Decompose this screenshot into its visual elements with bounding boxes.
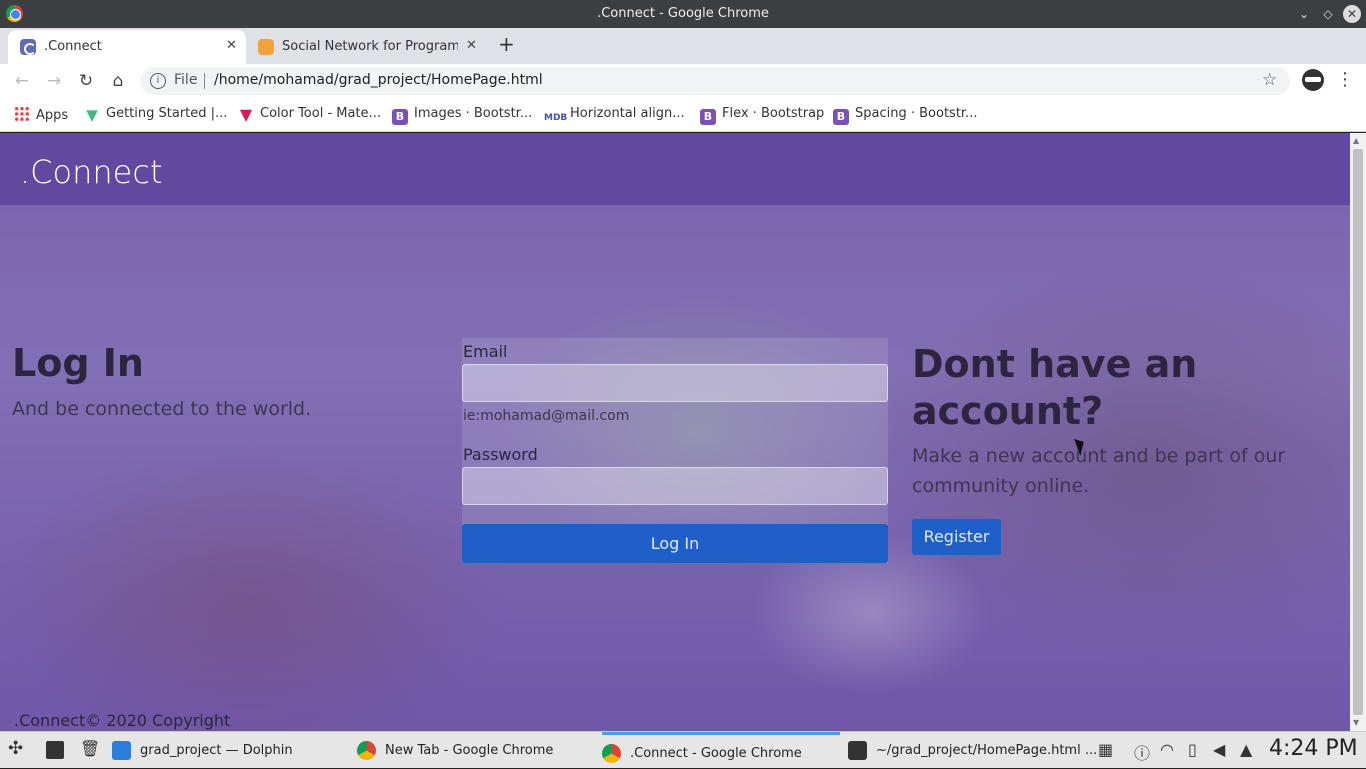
task-chrome-connect[interactable]: .Connect - Google Chrome xyxy=(602,732,840,769)
folder-icon xyxy=(112,741,131,760)
task-label: ~/grad_project/HomePage.html ... xyxy=(876,743,1098,758)
bookmark-label: Flex · Bootstrap xyxy=(722,106,825,121)
maximize-button[interactable]: ◇ xyxy=(1319,5,1337,23)
app-launcher-icon[interactable]: ✣ xyxy=(8,738,26,759)
tab-label: .Connect xyxy=(44,39,102,54)
login-heading: Log In xyxy=(12,341,144,385)
email-help-text: ie:mohamad@mail.com xyxy=(463,408,630,424)
page-scrollbar[interactable]: ▲ ▼ xyxy=(1350,133,1366,731)
register-button[interactable]: Register xyxy=(912,519,1001,555)
bootstrap-logo-icon: B xyxy=(392,109,408,125)
bootstrap-logo-icon: B xyxy=(833,109,849,125)
bookmark-label: Images · Bootstr... xyxy=(414,106,533,121)
login-button[interactable]: Log In xyxy=(462,524,888,563)
incognito-profile-icon[interactable] xyxy=(1302,69,1324,91)
email-field[interactable] xyxy=(462,364,888,402)
site-navbar: .Connect xyxy=(0,133,1350,205)
task-chrome-newtab[interactable]: New Tab - Google Chrome xyxy=(357,732,587,769)
tab-connect[interactable]: .Connect ✕ xyxy=(8,30,246,64)
scroll-up-icon[interactable]: ▲ xyxy=(1353,136,1359,145)
bookmark-apps[interactable]: Apps xyxy=(14,106,68,123)
email-label: Email xyxy=(463,342,508,361)
clipboard-icon[interactable]: ▯ xyxy=(1188,740,1197,759)
taskbar-clock[interactable]: 4:24 PM xyxy=(1269,736,1358,761)
minimize-button[interactable]: ⌄ xyxy=(1295,5,1313,23)
bookmark-label: Apps xyxy=(36,108,69,123)
accessibility-icon[interactable]: ⓘ xyxy=(1134,740,1150,764)
page-content: .Connect Log In And be connected to the … xyxy=(0,133,1350,731)
chrome-icon xyxy=(357,741,376,760)
window-titlebar: .Connect - Google Chrome ⌄ ◇ ✕ xyxy=(0,0,1366,28)
url-scheme: File xyxy=(174,72,198,88)
address-bar[interactable]: i File /home/mohamad/grad_project/HomePa… xyxy=(140,67,1290,95)
site-brand[interactable]: .Connect xyxy=(20,153,162,191)
tab-strip: .Connect ✕ Social Network for Programmer… xyxy=(0,28,1366,64)
bookmark-label: Getting Started |... xyxy=(106,106,228,121)
task-sublime[interactable]: ~/grad_project/HomePage.html ... xyxy=(848,732,1097,769)
menu-kebab-icon[interactable]: ⋮ xyxy=(1336,69,1354,90)
tab-social-network[interactable]: Social Network for Programmers ✕ xyxy=(246,30,486,64)
bookmarks-bar: Apps ▼ Getting Started |... ▼ Color Tool -… xyxy=(0,98,1366,132)
register-subheading: Make a new account and be part of our co… xyxy=(912,445,1286,497)
os-taskbar: ✣ 🗑 grad_project — Dolphin New Tab - Goo… xyxy=(0,731,1366,768)
calculator-icon[interactable]: ▦ xyxy=(1098,740,1113,759)
scroll-down-icon[interactable]: ▼ xyxy=(1353,718,1359,727)
tray-expand-icon[interactable]: ▲ xyxy=(1240,740,1252,759)
url-text[interactable]: /home/mohamad/grad_project/HomePage.html xyxy=(214,72,543,88)
reload-icon[interactable]: ↻ xyxy=(75,70,97,92)
bookmark-star-icon[interactable]: ☆ xyxy=(1262,70,1277,90)
mdb-logo-icon: MDB xyxy=(544,113,568,123)
close-tab-icon[interactable]: ✕ xyxy=(466,38,477,53)
new-tab-button[interactable]: + xyxy=(498,32,515,56)
password-label: Password xyxy=(463,445,538,464)
password-field[interactable] xyxy=(462,467,888,505)
wifi-icon[interactable]: ◠ xyxy=(1160,740,1174,759)
terminal-icon[interactable] xyxy=(46,741,64,759)
bookmark-label: Spacing · Bootstr... xyxy=(855,106,978,121)
login-form: Email ie:mohamad@mail.com Password Log I… xyxy=(462,338,888,563)
task-label: New Tab - Google Chrome xyxy=(385,743,554,758)
bookmark-color-tool[interactable]: ▼ Color Tool - Mate... xyxy=(238,106,381,123)
chrome-icon xyxy=(602,744,621,763)
dev-favicon-icon xyxy=(258,39,274,55)
bookmark-label: Color Tool - Mate... xyxy=(260,106,381,121)
divider xyxy=(204,73,205,89)
bookmark-getting-started[interactable]: ▼ Getting Started |... xyxy=(84,106,227,123)
task-dolphin[interactable]: grad_project — Dolphin xyxy=(112,732,342,769)
volume-icon[interactable]: ◀ xyxy=(1213,740,1225,759)
bookmark-flex-bootstrap[interactable]: B Flex · Bootstrap xyxy=(700,106,824,125)
bookmark-images-bootstrap[interactable]: B Images · Bootstr... xyxy=(392,106,532,125)
login-subheading: And be connected to the world. xyxy=(12,398,312,420)
trash-icon[interactable]: 🗑 xyxy=(80,739,100,758)
register-heading: Dont have an account? xyxy=(912,342,1198,433)
bootstrap-logo-icon: B xyxy=(700,109,716,125)
material-logo-icon: ▼ xyxy=(239,105,253,124)
home-icon[interactable]: ⌂ xyxy=(107,70,129,92)
task-label: grad_project — Dolphin xyxy=(140,743,293,758)
bookmark-spacing-bootstrap[interactable]: B Spacing · Bootstr... xyxy=(833,106,977,125)
sublime-icon xyxy=(848,741,867,760)
apps-grid-icon xyxy=(14,106,30,122)
task-label: .Connect - Google Chrome xyxy=(630,746,802,761)
site-footer: .Connect© 2020 Copyright xyxy=(14,711,231,730)
bookmark-horizontal-align[interactable]: MDB Horizontal align... xyxy=(544,106,685,126)
forward-icon[interactable]: → xyxy=(43,70,65,92)
tab-label: Social Network for Programmers xyxy=(282,39,458,54)
close-window-button[interactable]: ✕ xyxy=(1343,5,1361,23)
connect-favicon-icon xyxy=(20,39,36,55)
bookmark-label: Horizontal align... xyxy=(570,106,685,121)
close-tab-icon[interactable]: ✕ xyxy=(226,38,237,53)
browser-toolbar: ← → ↻ ⌂ i File /home/mohamad/grad_projec… xyxy=(0,64,1366,98)
info-icon[interactable]: i xyxy=(150,73,166,89)
back-icon[interactable]: ← xyxy=(11,70,33,92)
vue-logo-icon: ▼ xyxy=(86,106,98,124)
window-title: .Connect - Google Chrome xyxy=(597,6,769,21)
scrollbar-thumb[interactable] xyxy=(1353,149,1363,715)
